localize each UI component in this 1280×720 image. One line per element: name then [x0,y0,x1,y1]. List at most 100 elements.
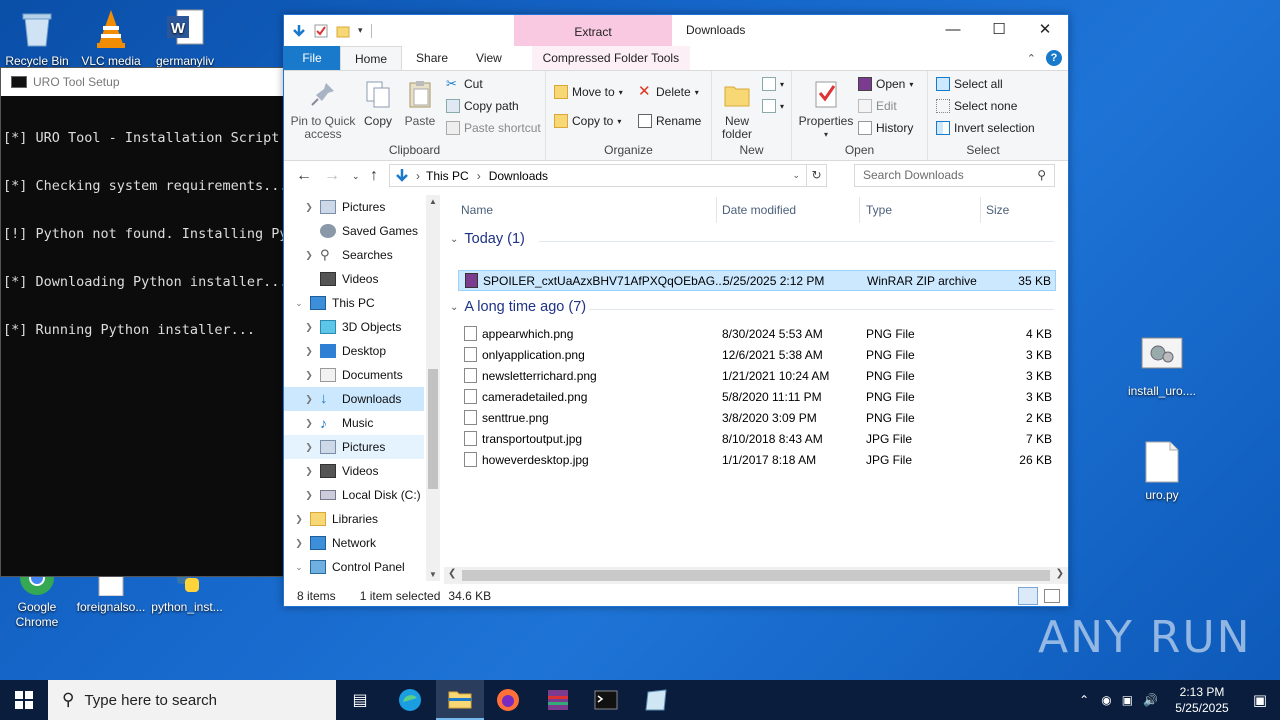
scroll-up-icon[interactable]: ▲ [426,197,440,206]
expand-chevron-icon[interactable]: ❯ [302,250,316,261]
nav-item-control-panel[interactable]: ⌄ Control Panel [284,555,424,579]
column-separator[interactable] [716,197,717,223]
taskbar-search-box[interactable]: ⚲ Type here to search [48,680,336,720]
delete-button[interactable]: ✕ Delete ▾ [638,84,699,99]
expand-chevron-icon[interactable]: ❯ [302,322,316,333]
select-all-button[interactable]: Select all [936,77,1003,91]
open-button[interactable]: Open ▾ [858,77,913,91]
file-row[interactable]: SPOILER_cxtUaAzxBHV71AfPXQqOEbAG... 5/25… [458,270,1056,291]
collapse-chevron-icon[interactable]: ⌄ [292,562,306,573]
explorer-titlebar[interactable]: ▾ Extract Downloads — ☐ ✕ [284,15,1068,46]
new-folder-button[interactable]: New folder [716,79,758,141]
pin-to-quick-access-button[interactable]: Pin to Quick access [288,79,358,141]
tab-compressed-folder-tools[interactable]: Compressed Folder Tools [531,46,690,70]
scroll-down-icon[interactable]: ▼ [426,570,440,579]
column-separator[interactable] [980,197,981,223]
expand-chevron-icon[interactable]: ❯ [302,370,316,381]
file-row[interactable]: appearwhich.png 8/30/2024 5:53 AM PNG Fi… [458,323,1056,344]
expand-chevron-icon[interactable]: ❯ [302,490,316,501]
nav-item-saved-games[interactable]: Saved Games [284,219,424,243]
task-view-button[interactable]: ▤ [336,680,384,720]
paste-button[interactable]: Paste [400,79,440,128]
show-hidden-icons-icon[interactable]: ⌃ [1079,693,1089,707]
column-header-date[interactable]: Date modified [722,203,796,217]
taskbar-notepad[interactable] [632,680,680,720]
desktop-icon-germanyliv[interactable]: W germanyliv [148,6,222,69]
group-chevron-icon[interactable]: ⌄ [450,302,458,313]
group-header-older[interactable]: ⌄ A long time ago (7) [450,299,586,315]
file-row[interactable]: newsletterrichard.png 1/21/2021 10:24 AM… [458,365,1056,386]
properties-check-icon[interactable] [314,24,328,38]
navigation-pane[interactable]: ❯ Pictures Saved Games ❯ ⚲ Searches Videos … [284,195,440,579]
nav-item-libraries[interactable]: ❯ Libraries [284,507,424,531]
new-folder-icon[interactable] [336,24,350,38]
nav-item-music[interactable]: ❯ ♪ Music [284,411,424,435]
file-row[interactable]: cameradetailed.png 5/8/2020 11:11 PM PNG… [458,386,1056,407]
start-button[interactable] [0,680,48,720]
down-arrow-icon[interactable] [292,24,306,38]
nav-item-pictures-quick[interactable]: ❯ Pictures [284,195,424,219]
nav-item-network[interactable]: ❯ Network [284,531,424,555]
close-button[interactable]: ✕ [1022,15,1068,46]
properties-button[interactable]: Properties ▾ [798,79,854,141]
desktop-icon-recycle-bin[interactable]: Recycle Bin [0,6,74,69]
maximize-button[interactable]: ☐ [976,15,1022,46]
select-none-button[interactable]: Select none [936,99,1017,113]
column-header-size[interactable]: Size [986,203,1009,217]
expand-chevron-icon[interactable]: ❯ [302,418,316,429]
volume-icon[interactable]: 🔊 [1143,693,1158,707]
nav-item-desktop[interactable]: ❯ Desktop [284,339,424,363]
rename-button[interactable]: Rename [638,114,701,128]
nav-item-documents[interactable]: ❯ Documents [284,363,424,387]
file-row[interactable]: howeverdesktop.jpg 1/1/2017 8:18 AM JPG … [458,449,1056,470]
cmd-titlebar[interactable]: URO Tool Setup [1,68,285,96]
recent-locations-icon[interactable]: ⌄ [352,171,360,182]
taskbar-edge[interactable] [386,680,434,720]
expand-chevron-icon[interactable]: ❯ [292,514,306,525]
address-bar[interactable]: › This PC › Downloads ⌄ ↻ [389,164,827,187]
scroll-left-icon[interactable]: ❮ [448,568,456,579]
desktop-icon-vlc[interactable]: VLC media [74,6,148,69]
history-button[interactable]: History [858,121,913,135]
expand-chevron-icon[interactable]: ❯ [302,202,316,213]
file-row[interactable]: senttrue.png 3/8/2020 3:09 PM PNG File 2… [458,407,1056,428]
forward-arrow-icon[interactable]: → [324,167,340,185]
taskbar-winrar[interactable] [534,680,582,720]
cut-button[interactable]: ✂ Cut [446,77,483,92]
notifications-icon[interactable]: ▣ [1240,691,1280,709]
nav-item-videos-quick[interactable]: Videos [284,267,424,291]
breadcrumb-this-pc[interactable]: This PC [426,169,469,183]
desktop-icon-install-uro[interactable]: install_uro.... [1124,336,1200,399]
file-list[interactable]: Name Date modified Type Size ⌄ Today (1)… [444,195,1068,567]
scrollbar-thumb[interactable] [428,369,438,489]
help-icon[interactable]: ? [1046,50,1062,66]
minimize-button[interactable]: — [930,15,976,46]
copy-path-button[interactable]: Copy path [446,99,519,113]
nav-item-searches[interactable]: ❯ ⚲ Searches [284,243,424,267]
expand-chevron-icon[interactable]: ❯ [302,466,316,477]
file-list-horizontal-scrollbar[interactable]: ❮ ❯ [444,567,1068,584]
cmd-window[interactable]: URO Tool Setup [*] URO Tool - Installati… [0,67,286,577]
column-header-name[interactable]: Name [461,203,493,217]
clock[interactable]: 2:13 PM 5/25/2025 [1164,684,1240,716]
breadcrumb-downloads[interactable]: Downloads [489,169,548,183]
device-icon[interactable]: ◉ [1101,693,1111,707]
desktop-icon-uro-py[interactable]: uro.py [1124,440,1200,503]
paste-shortcut-button[interactable]: Paste shortcut [446,121,541,135]
tab-file[interactable]: File [284,46,340,70]
copy-to-button[interactable]: Copy to ▾ [554,114,621,128]
nav-item-local-disk[interactable]: ❯ Local Disk (C:) [284,483,424,507]
group-header-today[interactable]: ⌄ Today (1) [450,231,525,247]
file-row[interactable]: transportoutput.jpg 8/10/2018 8:43 AM JP… [458,428,1056,449]
address-dropdown-icon[interactable]: ⌄ [792,170,800,181]
file-explorer-window[interactable]: ▾ Extract Downloads — ☐ ✕ File Home Shar… [283,14,1069,607]
group-chevron-icon[interactable]: ⌄ [450,234,458,245]
up-arrow-icon[interactable]: ↑ [370,167,378,185]
expand-chevron-icon[interactable]: ❯ [302,442,316,453]
column-separator[interactable] [859,197,860,223]
extract-context-tab[interactable]: Extract [514,15,672,46]
search-box[interactable]: Search Downloads ⚲ [854,164,1055,187]
expand-chevron-icon[interactable]: ❯ [302,394,316,405]
taskbar-file-explorer[interactable] [436,680,484,720]
expand-chevron-icon[interactable]: ❯ [292,538,306,549]
